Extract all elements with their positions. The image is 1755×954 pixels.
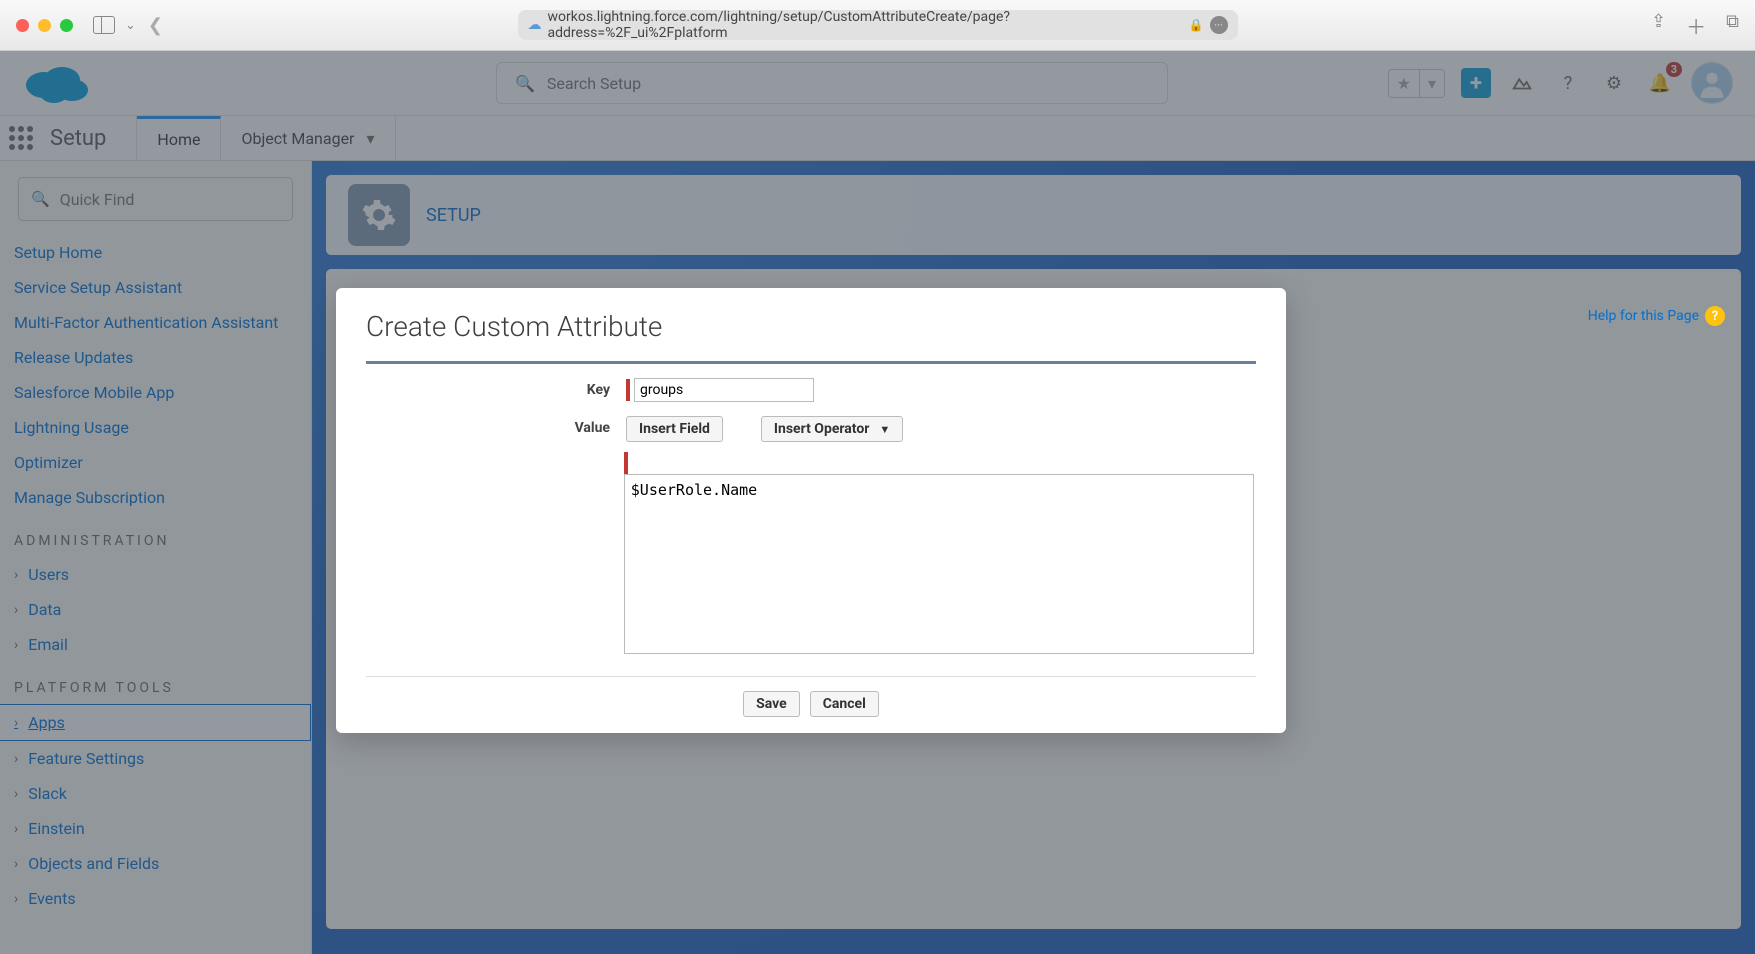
help-for-page-link[interactable]: Help for this Page ? — [1588, 306, 1725, 326]
create-custom-attribute-modal: Create Custom Attribute Key Value Insert… — [336, 288, 1286, 733]
minimize-window-icon[interactable] — [38, 19, 51, 32]
new-tab-icon[interactable]: ＋ — [1686, 11, 1706, 40]
required-indicator-icon — [626, 379, 630, 401]
insert-field-label: Insert Field — [639, 421, 710, 437]
url-bar[interactable]: ☁︎ workos.lightning.force.com/lightning/… — [518, 10, 1238, 40]
tab-overview-icon[interactable]: ⧉ — [1726, 11, 1739, 40]
site-settings-icon[interactable]: ··· — [1210, 16, 1228, 34]
insert-field-button[interactable]: Insert Field — [626, 416, 723, 442]
save-button[interactable]: Save — [743, 691, 800, 717]
formula-textarea[interactable] — [624, 474, 1254, 654]
back-button-icon[interactable]: ❮ — [148, 15, 163, 36]
modal-title: Create Custom Attribute — [336, 310, 1286, 353]
required-indicator-icon — [624, 452, 628, 474]
site-cloud-icon: ☁︎ — [528, 17, 542, 33]
key-label: Key — [366, 378, 626, 402]
close-window-icon[interactable] — [16, 19, 29, 32]
sidebar-toggle-icon[interactable] — [93, 16, 115, 34]
help-label: Help for this Page — [1588, 308, 1699, 324]
traffic-lights — [16, 19, 73, 32]
url-text: workos.lightning.force.com/lightning/set… — [548, 9, 1189, 41]
caret-down-icon: ▼ — [879, 423, 890, 436]
insert-operator-button[interactable]: Insert Operator ▼ — [761, 416, 903, 442]
key-input[interactable] — [634, 378, 814, 402]
value-label: Value — [366, 416, 626, 442]
insert-operator-label: Insert Operator — [774, 421, 869, 437]
share-icon[interactable]: ⇪ — [1651, 11, 1666, 40]
browser-chrome: ⌄ ❮ ☁︎ workos.lightning.force.com/lightn… — [0, 0, 1755, 51]
cancel-button[interactable]: Cancel — [810, 691, 879, 717]
lock-icon: 🔒 — [1189, 18, 1204, 32]
help-bubble-icon: ? — [1705, 306, 1725, 326]
tab-list-dropdown-icon[interactable]: ⌄ — [125, 18, 136, 33]
maximize-window-icon[interactable] — [60, 19, 73, 32]
